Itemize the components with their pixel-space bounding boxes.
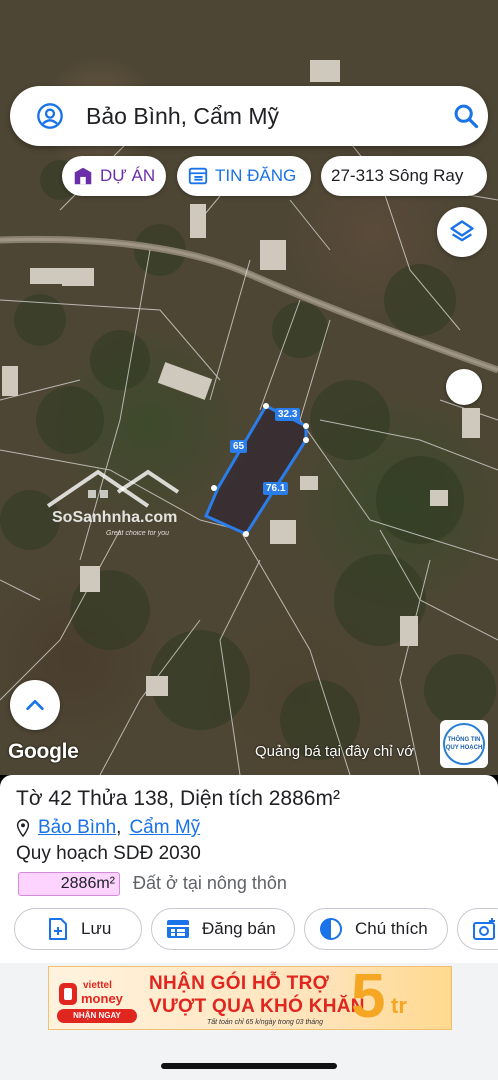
listing-icon <box>188 167 208 185</box>
legend-label: Chú thích <box>355 919 428 938</box>
plan-label: Quy hoạch SDĐ 2030 <box>16 843 201 864</box>
home-indicator[interactable] <box>161 1063 337 1069</box>
search-icon[interactable] <box>452 102 480 130</box>
post-sale-label: Đăng bán <box>202 919 276 938</box>
google-logo: Google <box>8 740 79 763</box>
brand-line2: money <box>81 991 123 1006</box>
location-separator: , <box>116 817 122 838</box>
badge-ring <box>443 723 485 765</box>
chip-du-an[interactable]: DỰ ÁN <box>62 156 166 196</box>
building-icon <box>74 167 92 185</box>
search-query[interactable]: Bảo Bình, Cẩm Mỹ <box>86 103 279 130</box>
banner-fine-print: Tất toán chỉ 65 k/ngày trong 03 tháng <box>207 1019 323 1026</box>
parcel-dim-right: 76.1 <box>263 482 289 495</box>
badge-line2: QUY HOẠCH <box>445 745 483 751</box>
add-document-icon <box>49 918 67 940</box>
banner-line2: VƯỢT QUA KHÓ KHĂN <box>149 996 365 1017</box>
scroll-handle[interactable] <box>446 369 482 405</box>
brand-line1: viettel <box>83 980 112 991</box>
chip-address-label: 27-313 Sông Ray <box>331 166 464 185</box>
listing-icon <box>167 920 189 938</box>
banner-amount: 5 <box>351 962 386 1031</box>
banner-line1: NHẬN GÓI HỖ TRỢ <box>149 973 330 994</box>
add-photo-icon <box>473 918 495 940</box>
camera-button[interactable] <box>457 908 498 950</box>
watermark-house-icon <box>46 469 180 508</box>
cta-button[interactable]: NHẬN NGAY <box>57 1009 137 1023</box>
watermark-slogan: Great choice for you <box>106 530 170 537</box>
legend-button[interactable]: Chú thích <box>304 908 448 950</box>
map-pin-icon <box>16 819 30 837</box>
contrast-icon <box>320 918 342 940</box>
parcel-info-panel: Tờ 42 Thửa 138, Diện tích 2886m² Bảo Bìn… <box>0 775 498 963</box>
badge-line1: THÔNG TIN <box>447 737 481 743</box>
viettel-money-ad[interactable]: viettel money NHẬN NGAY NHẬN GÓI HỖ TRỢ … <box>48 962 452 1031</box>
parcel-location: Bảo Bình , Cẩm Mỹ <box>16 817 200 839</box>
chip-tin-dang[interactable]: TIN ĐĂNG <box>177 156 311 196</box>
expand-up-button[interactable] <box>10 680 60 730</box>
layers-icon <box>450 220 474 242</box>
screen: 32.3 65 76.1 SoSanhnha.com Great choice … <box>0 0 498 1080</box>
land-type: Đất ở tại nông thôn <box>133 873 287 893</box>
chip-address[interactable]: 27-313 Sông Ray <box>321 156 487 196</box>
sosanhnha-watermark: SoSanhnha.com Great choice for you <box>38 462 188 542</box>
map-ad-text[interactable]: Quảng bá tại đây chỉ vớ <box>255 743 414 760</box>
chevron-up-icon <box>26 699 44 711</box>
location-pin-icon <box>37 103 63 129</box>
district-link[interactable]: Cẩm Mỹ <box>129 817 200 839</box>
parcel-dim-top: 32.3 <box>275 408 301 421</box>
land-area-tag: 2886m² <box>18 872 120 896</box>
quy-hoach-info-button[interactable]: THÔNG TIN QUY HOẠCH <box>440 720 488 768</box>
satellite-map[interactable]: 32.3 65 76.1 SoSanhnha.com Great choice … <box>0 0 498 775</box>
save-button[interactable]: Lưu <box>14 908 142 950</box>
parcel-dim-left: 65 <box>230 440 248 453</box>
chip-du-an-label: DỰ ÁN <box>100 166 156 185</box>
post-sale-button[interactable]: Đăng bán <box>151 908 295 950</box>
viettel-money-logo: viettel money <box>57 977 137 1009</box>
search-bar[interactable]: Bảo Bình, Cẩm Mỹ <box>10 86 488 146</box>
ad-banner-area: viettel money NHẬN NGAY NHẬN GÓI HỖ TRỢ … <box>0 962 498 1080</box>
parcel-title: Tờ 42 Thửa 138, Diện tích 2886m² <box>16 787 340 810</box>
commune-link[interactable]: Bảo Bình <box>38 817 116 839</box>
banner-unit: tr <box>391 993 407 1018</box>
chip-tin-dang-label: TIN ĐĂNG <box>215 166 297 185</box>
layers-button[interactable] <box>437 207 487 257</box>
watermark-name: SoSanhnha.com <box>52 509 178 526</box>
save-label: Lưu <box>81 919 112 938</box>
